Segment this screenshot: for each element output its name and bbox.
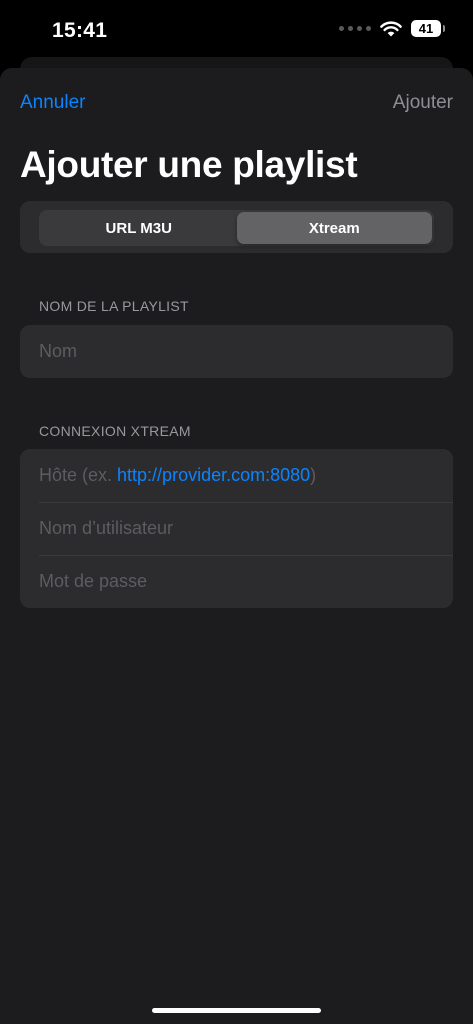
username-placeholder: Nom d’utilisateur bbox=[39, 518, 174, 538]
page-title: Ajouter une playlist bbox=[20, 144, 358, 185]
battery-icon: 41 bbox=[411, 20, 445, 37]
host-placeholder-prefix: Hôte (ex. bbox=[39, 465, 118, 485]
wifi-icon bbox=[380, 21, 402, 36]
playlist-name-group: Nom bbox=[20, 325, 453, 378]
host-input[interactable]: Hôte (ex. http://provider.com:8080) bbox=[20, 449, 453, 502]
status-time: 15:41 bbox=[52, 19, 108, 42]
status-indicators: 41 bbox=[339, 20, 445, 37]
xtream-connection-group: Hôte (ex. http://provider.com:8080) Nom … bbox=[20, 449, 453, 608]
section-header-xtream: CONNEXION XTREAM bbox=[39, 423, 191, 439]
segment-xtream[interactable]: Xtream bbox=[236, 212, 432, 244]
host-placeholder-link: http://provider.com:8080 bbox=[117, 465, 311, 485]
segment-url-m3u[interactable]: URL M3U bbox=[41, 212, 237, 244]
name-input[interactable]: Nom bbox=[20, 325, 453, 378]
signal-dots-icon bbox=[339, 26, 371, 31]
add-button[interactable]: Ajouter bbox=[393, 92, 453, 114]
password-input[interactable]: Mot de passe bbox=[20, 555, 453, 608]
home-indicator[interactable] bbox=[152, 1008, 321, 1013]
section-header-playlist-name: NOM DE LA PLAYLIST bbox=[39, 298, 189, 314]
password-placeholder: Mot de passe bbox=[39, 571, 148, 591]
segmented-control: URL M3U Xtream bbox=[39, 210, 434, 246]
name-placeholder: Nom bbox=[39, 341, 78, 361]
host-placeholder-suffix: ) bbox=[310, 465, 317, 485]
username-input[interactable]: Nom d’utilisateur bbox=[20, 502, 453, 555]
segmented-control-container: URL M3U Xtream bbox=[20, 201, 453, 253]
status-bar: 15:41 41 bbox=[0, 0, 473, 60]
cancel-button[interactable]: Annuler bbox=[20, 92, 86, 114]
